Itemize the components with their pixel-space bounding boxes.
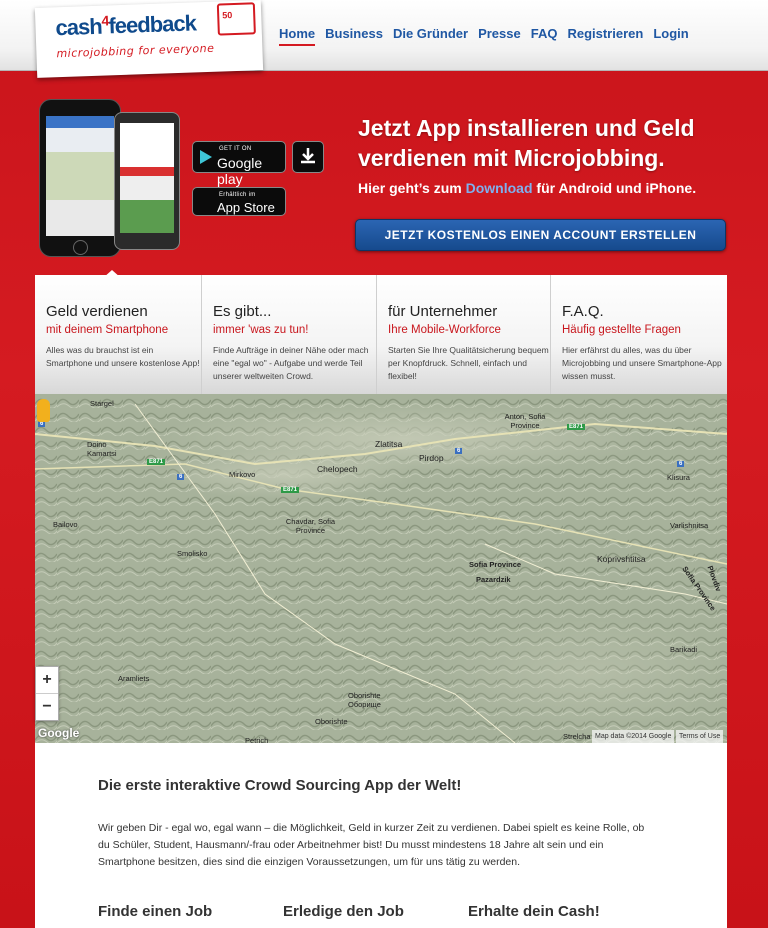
panel-text: Alles was du brauchst ist ein Smartphone…: [46, 345, 200, 368]
intro-text: Wir geben Dir - egal wo, egal wann – die…: [98, 822, 645, 868]
nav-login[interactable]: Login: [653, 26, 688, 46]
panel-col-tasks[interactable]: Es gibt... immer 'was zu tun! Finde Auft…: [202, 275, 377, 394]
terms-of-use-link[interactable]: Terms of Use: [676, 730, 724, 743]
hero-title: Jetzt App installieren und Geld verdiene…: [358, 113, 758, 173]
iphone-image: [39, 99, 121, 257]
street-view-pegman-icon[interactable]: [37, 399, 50, 422]
step-do-job: Erledige den Job: [283, 903, 404, 920]
download-button[interactable]: [292, 141, 324, 173]
nav-register[interactable]: Registrieren: [567, 26, 643, 46]
terrain-map: [35, 394, 727, 743]
logo-brand-part2: feedback: [108, 10, 197, 39]
nav-business[interactable]: Business: [325, 26, 383, 46]
app-store-button[interactable]: Erhältlich im App Store: [192, 187, 286, 216]
hero-subtitle: Hier geht’s zum Download für Android und…: [358, 180, 696, 196]
hero-sub-suffix: für Android und iPhone.: [532, 180, 697, 196]
zoom-in-button[interactable]: +: [36, 667, 58, 694]
panel-subtitle: mit deinem Smartphone: [46, 324, 169, 336]
google-play-button[interactable]: GET IT ON Google play: [192, 141, 286, 187]
logo-brand-number: 4: [101, 12, 109, 29]
panel-col-earn[interactable]: Geld verdienen mit deinem Smartphone All…: [35, 275, 202, 394]
map-attribution: Map data ©2014 Google: [592, 730, 675, 743]
nav-faq[interactable]: FAQ: [531, 26, 558, 46]
nav-press[interactable]: Presse: [478, 26, 521, 46]
panel-subtitle: Ihre Mobile-Workforce: [388, 324, 501, 336]
map-zoom-control: + −: [35, 666, 59, 721]
android-phone-image: [114, 112, 180, 250]
app-store-label: App Store: [217, 200, 275, 215]
hero-title-line2: verdienen mit Microjobbing.: [358, 145, 665, 171]
panel-title: Es gibt...: [213, 303, 272, 320]
download-link[interactable]: Download: [466, 180, 533, 196]
app-store-small-text: Erhältlich im: [219, 192, 256, 198]
google-logo[interactable]: Google: [38, 726, 79, 740]
logo-brand: cash4feedback: [55, 10, 196, 41]
logo-tagline: microjobbing for everyone: [56, 41, 215, 61]
panel-text: Starten Sie Ihre Qualitätsicherung beque…: [388, 345, 549, 381]
zoom-out-button[interactable]: −: [36, 694, 58, 720]
nav-home[interactable]: Home: [279, 26, 316, 46]
create-account-button[interactable]: JETZT KOSTENLOS EINEN ACCOUNT ERSTELLEN: [355, 219, 726, 251]
intro-section: Die erste interaktive Crowd Sourcing App…: [35, 743, 727, 928]
logo-badge: 50: [222, 10, 233, 21]
speech-bubble-icon: 50: [216, 2, 256, 36]
map[interactable]: [35, 394, 727, 743]
panel-title: für Unternehmer: [388, 303, 498, 320]
hero-title-line1: Jetzt App installieren und Geld: [358, 115, 695, 141]
google-play-small-text: GET IT ON: [219, 146, 252, 152]
nav-founders[interactable]: Die Gründer: [393, 26, 468, 46]
google-play-icon: [200, 150, 212, 164]
steps-row: Finde einen Job Erledige den Job Erhalte…: [98, 903, 653, 920]
header: cash4feedback microjobbing for everyone …: [0, 0, 768, 78]
panel-text: Finde Aufträge in deiner Nähe oder mach …: [213, 345, 369, 381]
panel-col-faq[interactable]: F.A.Q. Häufig gestellte Fragen Hier erfä…: [551, 275, 727, 394]
hero-sub-prefix: Hier geht’s zum: [358, 180, 466, 196]
panel-subtitle: Häufig gestellte Fragen: [562, 324, 681, 336]
logo-brand-part1: cash: [55, 13, 103, 41]
iphone-screen: [46, 116, 114, 236]
step-get-cash: Erhalte dein Cash!: [468, 903, 600, 920]
download-icon: [301, 148, 315, 164]
step-find-job: Finde einen Job: [98, 903, 213, 920]
panel-col-business[interactable]: für Unternehmer Ihre Mobile-Workforce St…: [377, 275, 551, 394]
panel-title: F.A.Q.: [562, 303, 604, 320]
google-play-label: Google play: [217, 155, 263, 187]
logo[interactable]: cash4feedback microjobbing for everyone …: [34, 0, 264, 78]
panel-text: Hier erfährst du alles, was du über Micr…: [562, 345, 722, 381]
panel-title: Geld verdienen: [46, 303, 148, 320]
panel-subtitle: immer 'was zu tun!: [213, 324, 309, 336]
home-button-icon: [73, 240, 88, 255]
android-screen: [120, 123, 174, 233]
main-nav: Home Business Die Gründer Presse FAQ Reg…: [279, 26, 689, 46]
info-panel: Geld verdienen mit deinem Smartphone All…: [35, 275, 727, 394]
intro-heading: Die erste interaktive Crowd Sourcing App…: [98, 777, 462, 794]
